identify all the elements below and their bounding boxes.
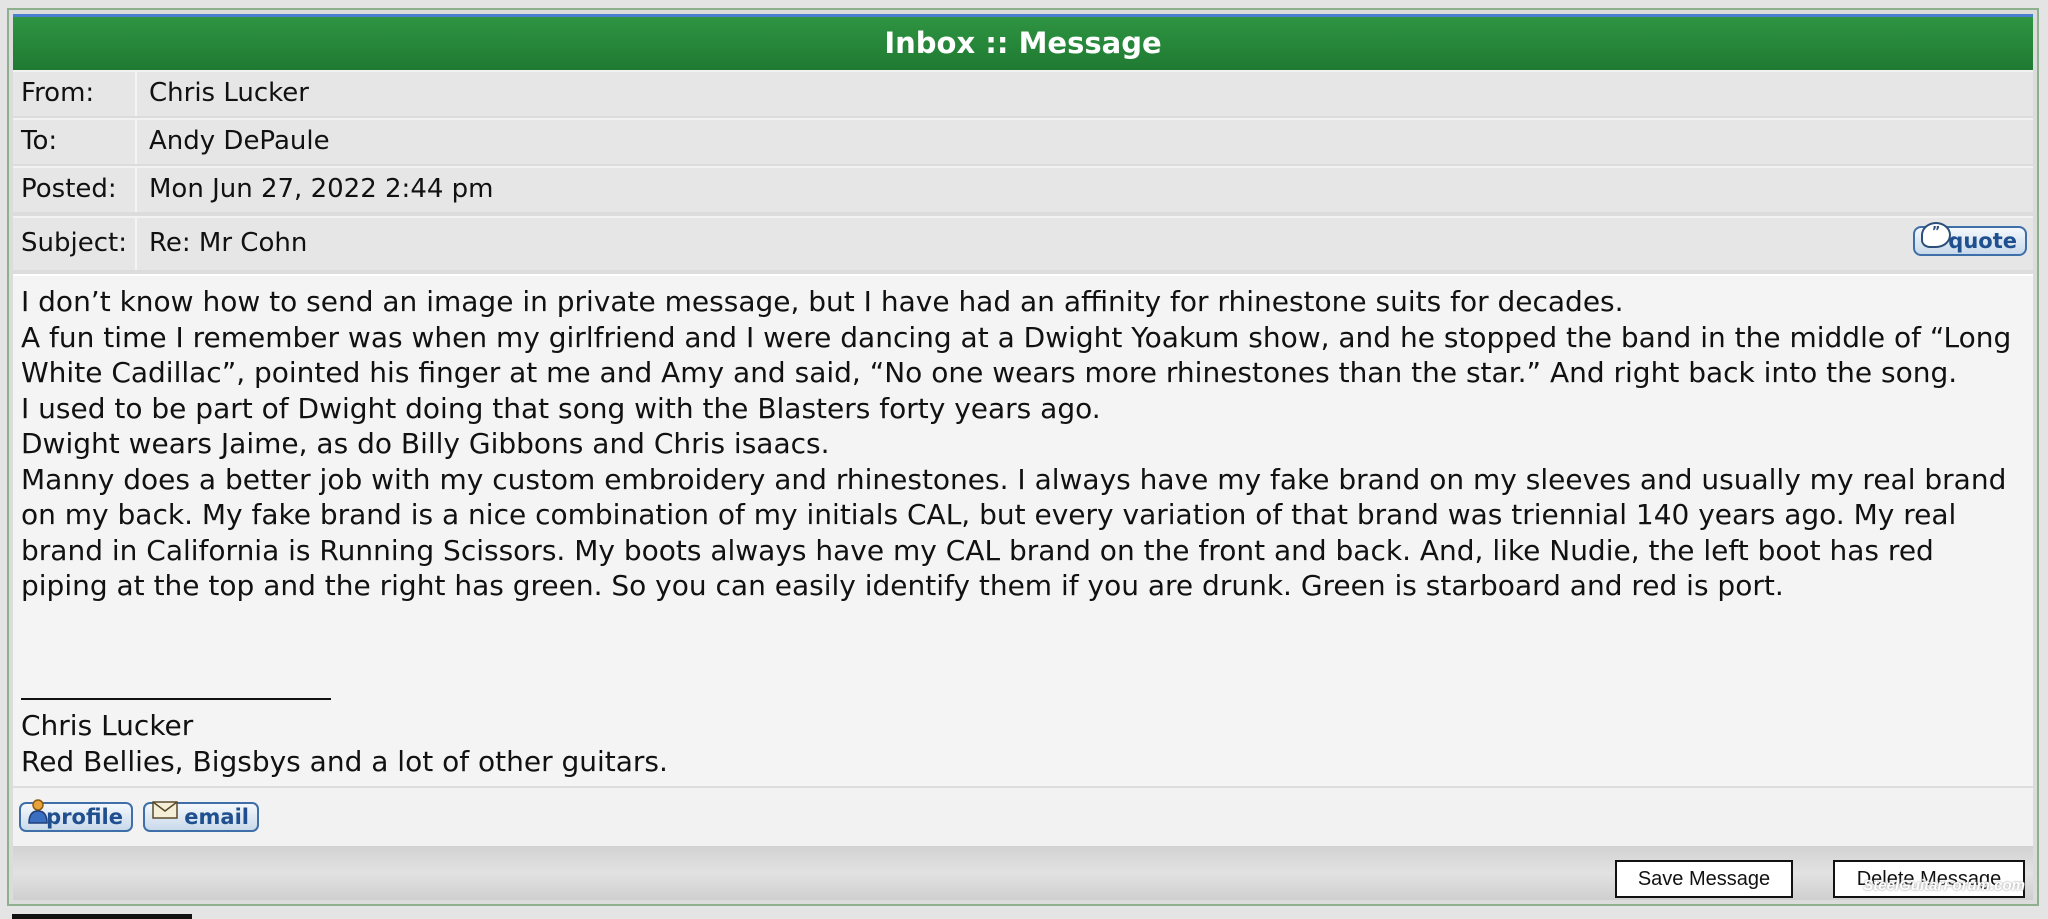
- profile-button[interactable]: profile: [19, 799, 133, 832]
- posted-row: Posted: Mon Jun 27, 2022 2:44 pm: [13, 166, 2033, 212]
- speech-bubble-icon: ”: [1921, 222, 1951, 248]
- message-paragraph: Manny does a better job with my custom e…: [21, 462, 2007, 603]
- to-label: To:: [13, 120, 137, 164]
- subject-label: Subject:: [13, 218, 137, 270]
- email-label: email: [184, 805, 249, 829]
- subject-row: Subject: Re: Mr Cohn ” quote: [13, 216, 2033, 270]
- message-paragraph: A fun time I remember was when my girlfr…: [21, 320, 2012, 390]
- message-body: I don’t know how to send an image in pri…: [13, 274, 2033, 786]
- save-message-button[interactable]: Save Message: [1615, 860, 1793, 898]
- profile-buttons-row: profile email: [13, 786, 2033, 846]
- signature-name: Chris Lucker: [21, 709, 194, 742]
- message-panel: Inbox :: Message From: Chris Lucker To: …: [7, 8, 2039, 906]
- envelope-icon: [151, 798, 181, 824]
- profile-label: profile: [46, 805, 123, 829]
- posted-value: Mon Jun 27, 2022 2:44 pm: [149, 174, 494, 204]
- signature-text: Red Bellies, Bigsbys and a lot of other …: [21, 745, 668, 778]
- page-title: Inbox :: Message: [13, 14, 2033, 70]
- message-paragraph: Dwight wears Jaime, as do Billy Gibbons …: [21, 427, 830, 460]
- signature-divider: [21, 698, 331, 700]
- from-row: From: Chris Lucker: [13, 70, 2033, 116]
- posted-label: Posted:: [13, 168, 137, 212]
- email-button[interactable]: email: [143, 801, 259, 832]
- subject-value: Re: Mr Cohn: [149, 228, 308, 258]
- site-watermark: SteelGuitarForum.com: [1863, 877, 2025, 894]
- to-value: Andy DePaule: [149, 126, 330, 156]
- from-label: From:: [13, 72, 137, 116]
- quote-button[interactable]: ” quote: [1913, 222, 2027, 256]
- message-actions: Save Message Delete Message SteelGuitarF…: [13, 846, 2033, 900]
- message-text: I don’t know how to send an image in pri…: [21, 284, 2025, 604]
- message-paragraph: I don’t know how to send an image in pri…: [21, 285, 1624, 318]
- to-row: To: Andy DePaule: [13, 118, 2033, 164]
- bottom-bar: [12, 914, 192, 919]
- quote-label: quote: [1948, 229, 2017, 253]
- message-paragraph: I used to be part of Dwight doing that s…: [21, 391, 1101, 425]
- person-icon: [27, 798, 49, 824]
- from-value: Chris Lucker: [149, 78, 309, 108]
